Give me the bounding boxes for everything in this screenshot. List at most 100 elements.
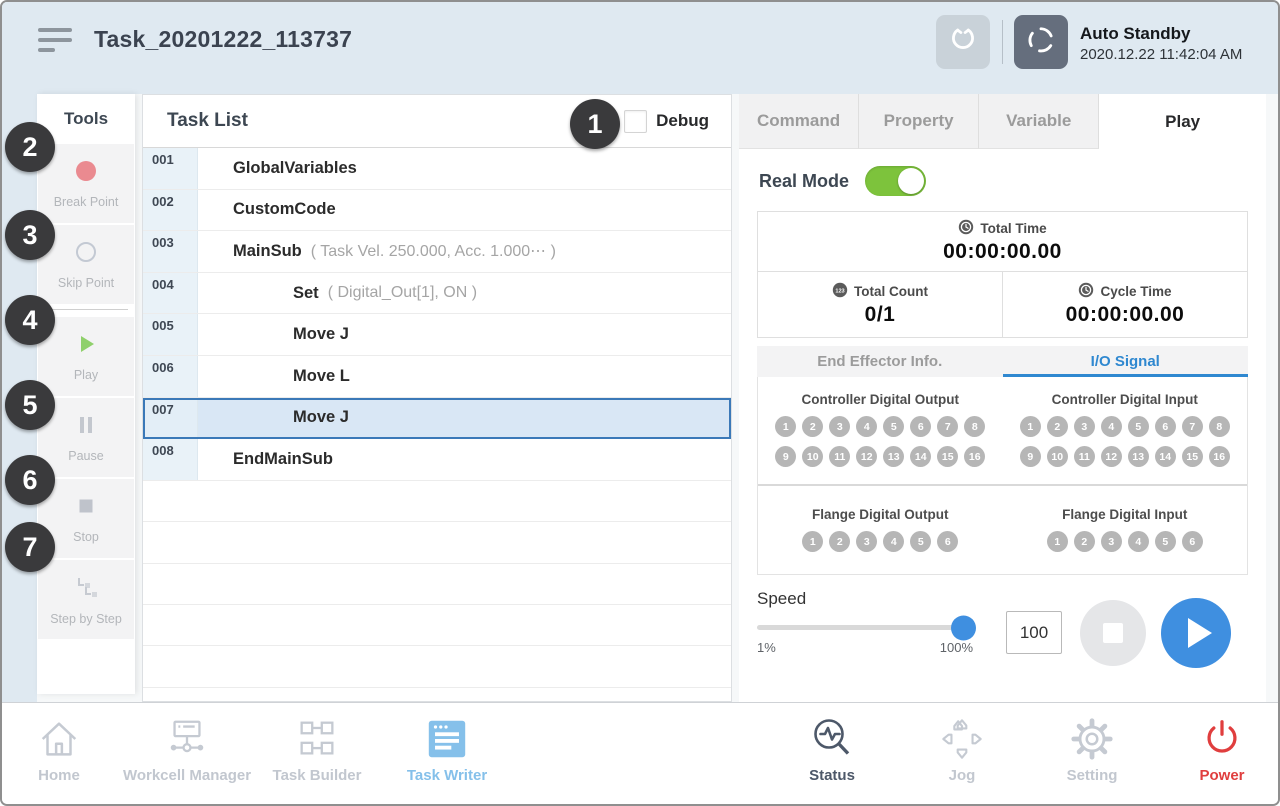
row-number: 001 [143, 148, 198, 189]
row-number: 007 [143, 398, 198, 439]
nav-label: Task Writer [372, 767, 522, 784]
task-row[interactable]: 002CustomCode [143, 190, 731, 232]
io-signal-indicator: 5 [1155, 531, 1176, 552]
io-signal-indicator: 2 [1047, 416, 1068, 437]
gripper-icon [946, 23, 980, 62]
io-group-flange-digital-input: Flange Digital Input123456 [1003, 507, 1248, 552]
step-icon [73, 574, 99, 605]
command-name: Move J [293, 408, 349, 427]
task-row[interactable]: 006Move L [143, 356, 731, 398]
nav-task-builder[interactable]: Task Builder [242, 714, 392, 784]
play-icon [74, 332, 98, 361]
nav-label: Task Builder [242, 767, 392, 784]
io-signal-indicator: 11 [1074, 446, 1095, 467]
callout-badge-3: 3 [5, 210, 55, 260]
robot-mode-button[interactable] [1014, 15, 1068, 69]
io-signal-indicator: 4 [1101, 416, 1122, 437]
writer-icon [372, 714, 522, 764]
command-name: EndMainSub [233, 450, 333, 469]
hamburger-menu-icon[interactable] [38, 28, 72, 56]
callout-badge-1: 1 [570, 99, 620, 149]
task-row[interactable]: 005Move J [143, 314, 731, 356]
cycle-time-value: 00:00:00.00 [1066, 303, 1185, 327]
stop-icon [74, 494, 98, 523]
speed-input[interactable] [1006, 611, 1062, 654]
svg-text:123: 123 [835, 288, 844, 294]
nav-task-writer[interactable]: Task Writer [372, 714, 522, 784]
callout-badge-7: 7 [5, 522, 55, 572]
io-section: Controller Digital Output123456789101112… [758, 377, 1247, 484]
tab-play[interactable]: Play [1099, 94, 1266, 149]
io-signal-indicator: 5 [1128, 416, 1149, 437]
empty-row[interactable] [143, 605, 731, 646]
real-mode-row: Real Mode [739, 149, 1266, 206]
nav-workcell-manager[interactable]: Workcell Manager [112, 714, 262, 784]
tool-label: Break Point [54, 195, 119, 209]
command-name: Set [293, 284, 319, 303]
tool-label: Skip Point [58, 276, 114, 290]
empty-row[interactable] [143, 564, 731, 605]
toggle-knob [898, 168, 924, 194]
tab-command[interactable]: Command [739, 94, 859, 149]
gripper-tool-button[interactable] [936, 15, 990, 69]
io-group-controller-digital-output: Controller Digital Output123456789101112… [758, 392, 1003, 467]
io-signal-indicator: 2 [829, 531, 850, 552]
subtab-end-effector-info[interactable]: End Effector Info. [757, 346, 1003, 377]
tab-property[interactable]: Property [859, 94, 979, 149]
debug-checkbox[interactable] [624, 110, 647, 133]
row-number: 004 [143, 273, 198, 314]
io-signal-indicator: 4 [1128, 531, 1149, 552]
right-panel-tabs: CommandPropertyVariablePlay [739, 94, 1266, 149]
stop-run-button[interactable] [1080, 600, 1146, 666]
speed-section: Speed 1% 100% [757, 587, 1248, 673]
real-mode-toggle[interactable] [865, 166, 926, 196]
speed-scale: 1% 100% [757, 640, 973, 655]
io-signal-indicator: 3 [856, 531, 877, 552]
io-signal-indicator: 13 [883, 446, 904, 467]
io-signal-indicator: 1 [1047, 531, 1068, 552]
empty-row[interactable] [143, 522, 731, 563]
io-signal-indicator: 6 [937, 531, 958, 552]
io-signal-indicator: 8 [964, 416, 985, 437]
command-name: Move J [293, 325, 349, 344]
task-row[interactable]: 004Set( Digital_Out[1], ON ) [143, 273, 731, 315]
task-row-selected[interactable]: 007 Move J [143, 398, 731, 440]
speed-slider-track[interactable] [757, 625, 973, 630]
empty-row[interactable] [143, 481, 731, 522]
io-signal-indicator: 10 [1047, 446, 1068, 467]
tab-variable[interactable]: Variable [979, 94, 1099, 149]
io-signal-indicator: 1 [775, 416, 796, 437]
task-list-header: Task List Debug [143, 95, 731, 148]
breakpoint-icon [74, 159, 98, 188]
io-signal-indicator: 2 [802, 416, 823, 437]
debug-toggle[interactable]: Debug [624, 110, 731, 133]
step-by-step-button[interactable]: Step by Step [38, 560, 134, 639]
nav-status[interactable]: Status [757, 714, 907, 784]
callout-badge-2: 2 [5, 122, 55, 172]
subtab-i-o-signal[interactable]: I/O Signal [1003, 346, 1249, 377]
nav-power[interactable]: Power [1147, 714, 1280, 784]
task-row[interactable]: 003MainSub( Task Vel. 250.000, Acc. 1.00… [143, 231, 731, 273]
io-signal-indicator: 14 [1155, 446, 1176, 467]
nav-jog[interactable]: Jog [887, 714, 1037, 784]
skippoint-icon [74, 240, 98, 269]
play-run-button[interactable] [1161, 598, 1231, 668]
io-signal-indicator: 2 [1074, 531, 1095, 552]
io-signal-indicator: 13 [1128, 446, 1149, 467]
io-signal-indicator: 5 [910, 531, 931, 552]
total-count-label: Total Count [854, 284, 928, 299]
io-signal-indicator: 1 [1020, 416, 1041, 437]
task-row[interactable]: 001GlobalVariables [143, 148, 731, 190]
setting-icon [1017, 714, 1167, 764]
io-signal-indicator: 7 [1182, 416, 1203, 437]
nav-setting[interactable]: Setting [1017, 714, 1167, 784]
task-row[interactable]: 008EndMainSub [143, 439, 731, 481]
play-panel: CommandPropertyVariablePlay Real Mode To… [739, 94, 1266, 702]
io-signal-indicator: 14 [910, 446, 931, 467]
speed-slider-handle[interactable] [951, 615, 976, 640]
io-group-title: Controller Digital Input [1052, 392, 1198, 407]
io-signal-indicator: 16 [1209, 446, 1230, 467]
io-signal-indicator: 3 [829, 416, 850, 437]
empty-row[interactable] [143, 646, 731, 687]
nav-label: Setting [1017, 767, 1167, 784]
